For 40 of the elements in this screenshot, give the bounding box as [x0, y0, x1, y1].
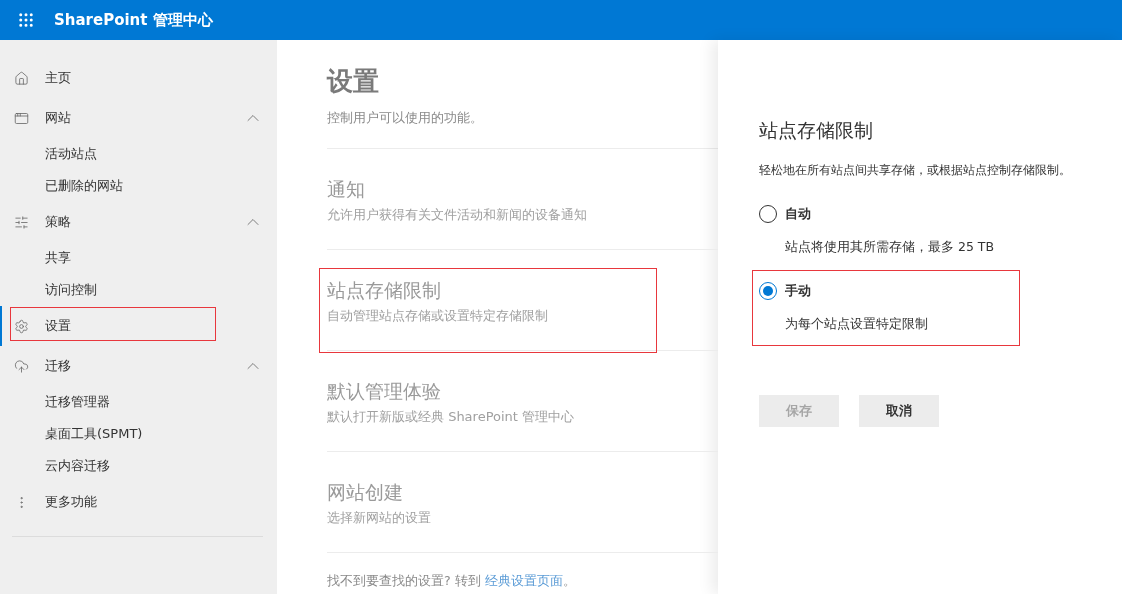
option-description: 站点将使用其所需存储，最多 25 TB	[785, 239, 996, 256]
section-description: 选择新网站的设置	[327, 509, 432, 527]
nav-item[interactable]: 主页	[0, 58, 277, 98]
nav-subitem[interactable]: 访问控制	[0, 274, 277, 306]
nav-item[interactable]: 设置	[0, 306, 277, 346]
sliders-icon	[14, 214, 29, 230]
nav-label: 网站	[45, 109, 72, 127]
panel-title: 站点存储限制	[759, 118, 874, 143]
cancel-button[interactable]: 取消	[859, 395, 939, 427]
footer-text: 找不到要查找的设置? 转到 经典设置页面。	[327, 573, 577, 590]
nav-item[interactable]: 策略	[0, 202, 277, 242]
nav-label: 设置	[45, 317, 72, 335]
option-description: 为每个站点设置特定限制	[785, 316, 929, 333]
nav-subitem[interactable]: 已删除的网站	[0, 170, 277, 202]
nav-label: 更多功能	[45, 493, 98, 511]
page-subtitle: 控制用户可以使用的功能。	[327, 110, 718, 149]
nav-label: 策略	[45, 213, 72, 231]
panel-description: 轻松地在所有站点间共享存储，或根据站点控制存储限制。	[759, 162, 1072, 179]
nav-subitem[interactable]: 云内容迁移	[0, 450, 277, 482]
radio-option[interactable]: 自动 站点将使用其所需存储，最多 25 TB	[759, 205, 1122, 256]
nav-label: 迁移	[45, 357, 72, 375]
cloud-upload-icon	[14, 358, 29, 374]
nav-item[interactable]: 迁移	[0, 346, 277, 386]
page-title: 设置	[327, 65, 380, 98]
section-description: 自动管理站点存储或设置特定存储限制	[327, 307, 549, 325]
settings-icon	[14, 318, 29, 334]
nav-subitem[interactable]: 活动站点	[0, 138, 277, 170]
option-label: 手动	[785, 282, 811, 300]
section-description: 允许用户获得有关文件活动和新闻的设备通知	[327, 206, 588, 224]
nav-item[interactable]: 网站	[0, 98, 277, 138]
home-icon	[14, 70, 29, 86]
nav-label: 主页	[45, 69, 72, 87]
nav-subitem[interactable]: 桌面工具(SPMT)	[0, 418, 277, 450]
nav-subitem[interactable]: 共享	[0, 242, 277, 274]
app-title: SharePoint 管理中心	[54, 10, 213, 30]
nav-item[interactable]: 更多功能	[0, 482, 277, 522]
option-label: 自动	[785, 205, 811, 223]
nav-subitem[interactable]: 迁移管理器	[0, 386, 277, 418]
window-icon	[14, 110, 29, 126]
section-description: 默认打开新版或经典 SharePoint 管理中心	[327, 408, 576, 426]
